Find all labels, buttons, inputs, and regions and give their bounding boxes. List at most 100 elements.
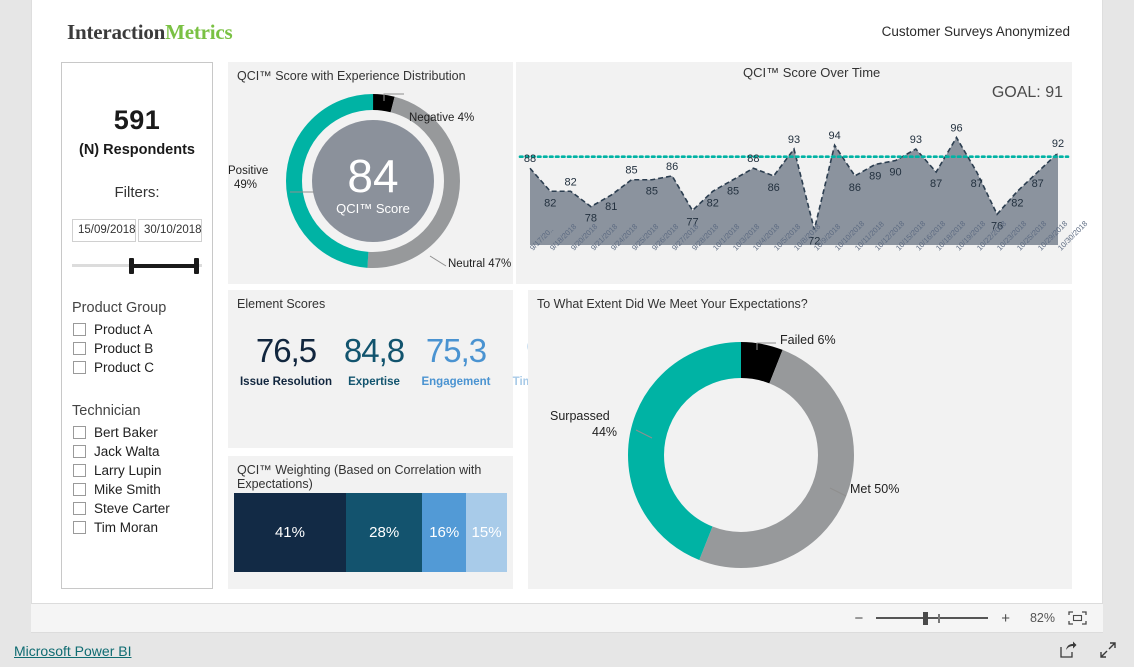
element-score-value: 84,8 — [343, 332, 405, 369]
slicer-label: Product C — [94, 359, 155, 375]
slicer-item-steve-carter[interactable]: Steve Carter — [62, 499, 212, 518]
trend-data-label: 82 — [564, 176, 576, 188]
checkbox-icon[interactable] — [73, 463, 86, 477]
label-negative: Negative 4% — [409, 112, 475, 124]
date-range-slider[interactable] — [72, 256, 202, 274]
trend-data-label: 96 — [950, 123, 962, 135]
report-header: InteractionMetrics Customer Surveys Anon… — [32, 0, 1102, 52]
card-title: Element Scores — [237, 297, 326, 311]
report-canvas: InteractionMetrics Customer Surveys Anon… — [31, 0, 1103, 603]
trend-data-label: 86 — [666, 161, 678, 173]
slicer-label: Mike Smith — [94, 481, 161, 497]
checkbox-icon[interactable] — [73, 501, 86, 515]
zoom-slider[interactable] — [876, 611, 989, 625]
label-positive-value: 49% — [234, 179, 258, 191]
label-positive-name: Positive — [228, 165, 269, 177]
element-score-item[interactable]: 84,8 Expertise — [338, 334, 410, 388]
slicer-item-product-b[interactable]: Product B — [62, 339, 212, 358]
brand-name-primary: Interaction — [67, 20, 166, 44]
trend-data-label: 87 — [1032, 178, 1044, 190]
weighting-segment[interactable]: 41% — [234, 493, 346, 572]
weighting-stacked-bar[interactable]: 41% 28% 16% 15% — [234, 493, 508, 572]
zoom-slider-track — [876, 617, 989, 619]
zoom-slider-thumb[interactable] — [923, 612, 929, 625]
expectations-card: To What Extent Did We Meet Your Expectat… — [528, 290, 1072, 589]
trend-data-label: 86 — [768, 182, 780, 194]
report-subtitle: Customer Surveys Anonymized — [881, 24, 1070, 39]
card-title: QCI™ Score with Experience Distribution — [237, 69, 466, 83]
checkbox-icon[interactable] — [73, 341, 86, 355]
zoom-slider-tick — [938, 614, 940, 623]
respondents-count: 591 — [113, 105, 161, 135]
qci-trend-card: QCI™ Score Over Time GOAL: 91 88 82 82 78 81… — [516, 62, 1089, 284]
weighting-segment[interactable]: 28% — [345, 493, 423, 572]
expectations-donut-svg — [628, 342, 854, 568]
product-group-heading: Product Group — [72, 299, 167, 316]
element-score-value: 75,3 — [425, 332, 487, 369]
checkbox-icon[interactable] — [73, 425, 86, 439]
slicer-label: Larry Lupin — [94, 462, 162, 478]
trend-data-label: 90 — [889, 167, 901, 179]
slicer-item-tim-moran[interactable]: Tim Moran — [62, 518, 212, 537]
qci-weighting-card: QCI™ Weighting (Based on Correlation wit… — [228, 456, 513, 589]
element-score-name: Engagement — [421, 376, 491, 388]
slicer-label: Product B — [94, 340, 154, 356]
slicer-item-jack-walta[interactable]: Jack Walta — [62, 442, 212, 461]
checkbox-icon[interactable] — [73, 322, 86, 336]
slicer-label: Bert Baker — [94, 424, 158, 440]
label-met: Met 50% — [850, 482, 900, 496]
date-start-input[interactable]: 15/09/2018 — [72, 219, 136, 242]
checkbox-icon[interactable] — [73, 520, 86, 534]
element-score-value: 76,5 — [255, 332, 317, 369]
trend-data-label: 88 — [524, 153, 536, 165]
brand-logo: InteractionMetrics — [67, 20, 233, 45]
slicer-item-mike-smith[interactable]: Mike Smith — [62, 480, 212, 499]
slicer-item-product-a[interactable]: Product A — [62, 320, 212, 339]
trend-data-label: 85 — [646, 186, 658, 198]
qci-score-donut-card: QCI™ Score with Experience Distribution — [228, 62, 513, 284]
label-failed: Failed 6% — [780, 333, 836, 347]
zoom-level-value: 82% — [1029, 611, 1055, 625]
expectations-donut-chart[interactable]: Failed 6% Surpassed 44% Met 50% — [550, 330, 899, 585]
checkbox-icon[interactable] — [73, 360, 86, 374]
label-neutral: Neutral 47% — [448, 258, 512, 270]
fullscreen-icon[interactable] — [1099, 641, 1117, 659]
element-score-name: Expertise — [348, 376, 400, 388]
trend-data-label: 93 — [910, 134, 922, 146]
qci-center-value: 84 — [347, 150, 398, 202]
zoom-out-button[interactable]: − — [854, 611, 863, 626]
card-title: To What Extent Did We Meet Your Expectat… — [537, 297, 808, 311]
slicer-item-bert-baker[interactable]: Bert Baker — [62, 423, 212, 442]
element-score-item[interactable]: 76,5 Issue Resolution — [234, 334, 338, 388]
trend-data-label: 86 — [849, 182, 861, 194]
filters-heading: Filters: — [114, 184, 160, 201]
date-end-input[interactable]: 30/10/2018 — [138, 219, 202, 242]
card-title: QCI™ Score Over Time — [743, 65, 881, 80]
technician-heading: Technician — [72, 402, 141, 419]
share-icon[interactable] — [1059, 641, 1077, 659]
weighting-segment[interactable]: 15% — [466, 493, 508, 572]
checkbox-icon[interactable] — [73, 482, 86, 496]
slicer-label: Tim Moran — [94, 519, 159, 535]
slider-handle-right[interactable] — [194, 257, 200, 274]
date-range-inputs: 15/09/2018 30/10/2018 — [62, 219, 212, 242]
slicer-item-larry-lupin[interactable]: Larry Lupin — [62, 461, 212, 480]
qci-donut-chart[interactable]: 84 QCI™ Score Negative 4% Positive 49% N… — [228, 88, 511, 279]
trend-data-label: 85 — [625, 165, 637, 177]
slider-handle-left[interactable] — [129, 257, 135, 274]
element-score-item[interactable]: 75,3 Engagement — [410, 334, 502, 388]
fit-to-page-icon[interactable] — [1068, 611, 1087, 625]
filter-panel: 591 (N) Respondents Filters: 15/09/2018 … — [61, 62, 213, 589]
qci-center-label: QCI™ Score — [336, 201, 410, 216]
brand-name-accent: Metrics — [165, 20, 233, 44]
respondents-label: (N) Respondents — [79, 142, 195, 158]
slicer-label: Product A — [94, 321, 153, 337]
status-bar: − + 82% — [31, 603, 1103, 633]
slicer-item-product-c[interactable]: Product C — [62, 358, 212, 377]
label-surpassed-name: Surpassed — [550, 409, 610, 423]
trend-data-label: 94 — [828, 130, 840, 142]
zoom-in-button[interactable]: + — [1001, 611, 1010, 626]
weighting-segment[interactable]: 16% — [422, 493, 467, 572]
powerbi-link[interactable]: Microsoft Power BI — [14, 643, 131, 659]
checkbox-icon[interactable] — [73, 444, 86, 458]
